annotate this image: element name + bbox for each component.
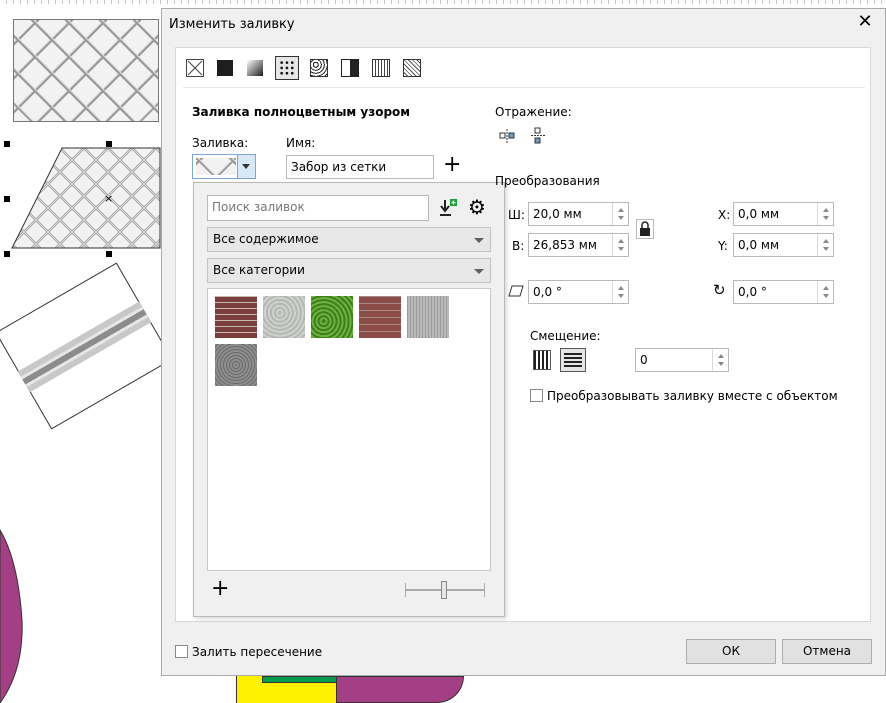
rotate-field[interactable]: 0,0 ° — [733, 280, 834, 304]
y-value: 0,0 мм — [738, 238, 780, 252]
add-fill-to-library-icon[interactable]: + — [211, 578, 229, 600]
fill-thumbnail-grass[interactable] — [311, 296, 353, 338]
fill-thumbnail-concrete[interactable] — [407, 296, 449, 338]
fill-thumbnail-brick-brown[interactable] — [359, 296, 401, 338]
fill-thumbnail-gray-stone[interactable] — [263, 296, 305, 338]
name-label: Имя: — [286, 136, 316, 150]
skew-field[interactable]: 0,0 ° — [528, 280, 629, 304]
center-marker-icon: × — [104, 192, 114, 205]
add-fill-icon[interactable]: + — [443, 154, 461, 176]
dialog-title: Изменить заливку — [169, 17, 295, 32]
selection-handle[interactable] — [106, 141, 112, 147]
selection-handle[interactable] — [4, 196, 10, 202]
row-offset-icon[interactable] — [533, 350, 551, 370]
skew-value: 0,0 ° — [533, 285, 562, 299]
y-field[interactable]: 0,0 мм — [733, 233, 834, 257]
rotate-value: 0,0 ° — [738, 285, 767, 299]
chainlink-rectangle[interactable] — [13, 19, 159, 122]
width-field[interactable]: 20,0 мм — [528, 202, 629, 226]
mirror-vertical-icon[interactable] — [531, 127, 545, 145]
postscript-fill-icon[interactable] — [403, 59, 421, 77]
fill-preview-swatch — [196, 158, 236, 175]
no-fill-icon[interactable] — [186, 59, 204, 77]
content-dropdown-value: Все содержимое — [213, 232, 319, 246]
chainlink-trapezoid[interactable] — [0, 136, 165, 262]
selection-handle[interactable] — [4, 251, 10, 257]
y-spinner[interactable] — [817, 234, 833, 256]
x-value: 0,0 мм — [738, 207, 780, 221]
category-dropdown-value: Все категории — [213, 263, 305, 277]
height-field[interactable]: 26,853 мм — [528, 233, 629, 257]
fill-name-field[interactable]: Забор из сетки — [286, 155, 434, 179]
cancel-button[interactable]: Отмена — [782, 639, 872, 664]
toolbar-divider — [183, 87, 865, 88]
fill-search-input[interactable]: Поиск заливок — [207, 195, 429, 221]
section-title: Заливка полноцветным узором — [192, 105, 411, 119]
fill-thumbnail-brick-red[interactable] — [215, 296, 257, 338]
transformations-label: Преобразования — [495, 174, 600, 188]
reflection-label: Отражение: — [495, 105, 572, 119]
two-color-pattern-fill-icon[interactable] — [341, 59, 359, 77]
width-value: 20,0 мм — [533, 207, 582, 221]
column-offset-icon[interactable] — [560, 348, 586, 372]
offset-field[interactable]: 0 — [635, 348, 729, 372]
fountain-fill-icon[interactable] — [247, 60, 263, 76]
vector-pattern-fill-icon[interactable] — [275, 56, 299, 80]
fill-thumbnail-gravel[interactable] — [215, 344, 257, 386]
selection-handle[interactable] — [106, 251, 112, 257]
settings-gear-icon[interactable]: ⚙ — [468, 197, 486, 217]
x-field[interactable]: 0,0 мм — [733, 202, 834, 226]
striped-rectangle[interactable] — [0, 262, 173, 430]
offset-spinner[interactable] — [712, 349, 728, 371]
skew-spinner[interactable] — [612, 281, 628, 303]
fill-intersection-label: Залить пересечение — [192, 645, 323, 659]
height-label: В: — [512, 239, 525, 253]
height-value: 26,853 мм — [533, 238, 597, 252]
bitmap-pattern-fill-icon[interactable] — [310, 59, 328, 77]
import-fill-icon[interactable] — [439, 198, 457, 218]
rotate-spinner[interactable] — [817, 281, 833, 303]
y-label: Y: — [718, 239, 728, 253]
category-dropdown[interactable]: Все категории — [207, 258, 491, 283]
fill-picker[interactable] — [192, 154, 256, 179]
width-label: Ш: — [508, 208, 525, 222]
uniform-fill-icon[interactable] — [217, 60, 233, 76]
slider-thumb[interactable] — [441, 581, 447, 599]
width-spinner[interactable] — [612, 203, 628, 225]
transform-with-object-checkbox[interactable] — [530, 389, 543, 402]
magenta-shape[interactable] — [0, 520, 30, 703]
offset-label: Смещение: — [530, 329, 601, 343]
ruler-top — [0, 0, 886, 4]
fill-intersection-checkbox[interactable] — [175, 645, 188, 658]
fill-label: Заливка: — [192, 136, 249, 150]
skew-icon — [508, 284, 524, 298]
height-spinner[interactable] — [612, 234, 628, 256]
lock-ratio-icon[interactable] — [636, 219, 654, 239]
fill-picker-dropdown-button[interactable] — [237, 155, 255, 178]
close-icon[interactable]: ✕ — [856, 13, 874, 31]
thumbnail-size-slider[interactable] — [405, 580, 485, 600]
rotate-icon: ↻ — [713, 281, 726, 299]
chevron-down-icon — [474, 238, 484, 243]
x-spinner[interactable] — [817, 203, 833, 225]
transform-with-object-label: Преобразовывать заливку вместе с объекто… — [547, 389, 838, 403]
mirror-horizontal-icon[interactable] — [499, 129, 515, 143]
magenta-bottom-shape[interactable] — [336, 676, 464, 703]
content-dropdown[interactable]: Все содержимое — [207, 227, 491, 252]
selection-handle[interactable] — [4, 141, 10, 147]
texture-fill-icon[interactable] — [372, 59, 390, 77]
ok-button[interactable]: ОК — [686, 639, 776, 664]
chevron-down-icon — [474, 269, 484, 274]
offset-value: 0 — [640, 353, 648, 367]
x-label: X: — [718, 208, 731, 222]
